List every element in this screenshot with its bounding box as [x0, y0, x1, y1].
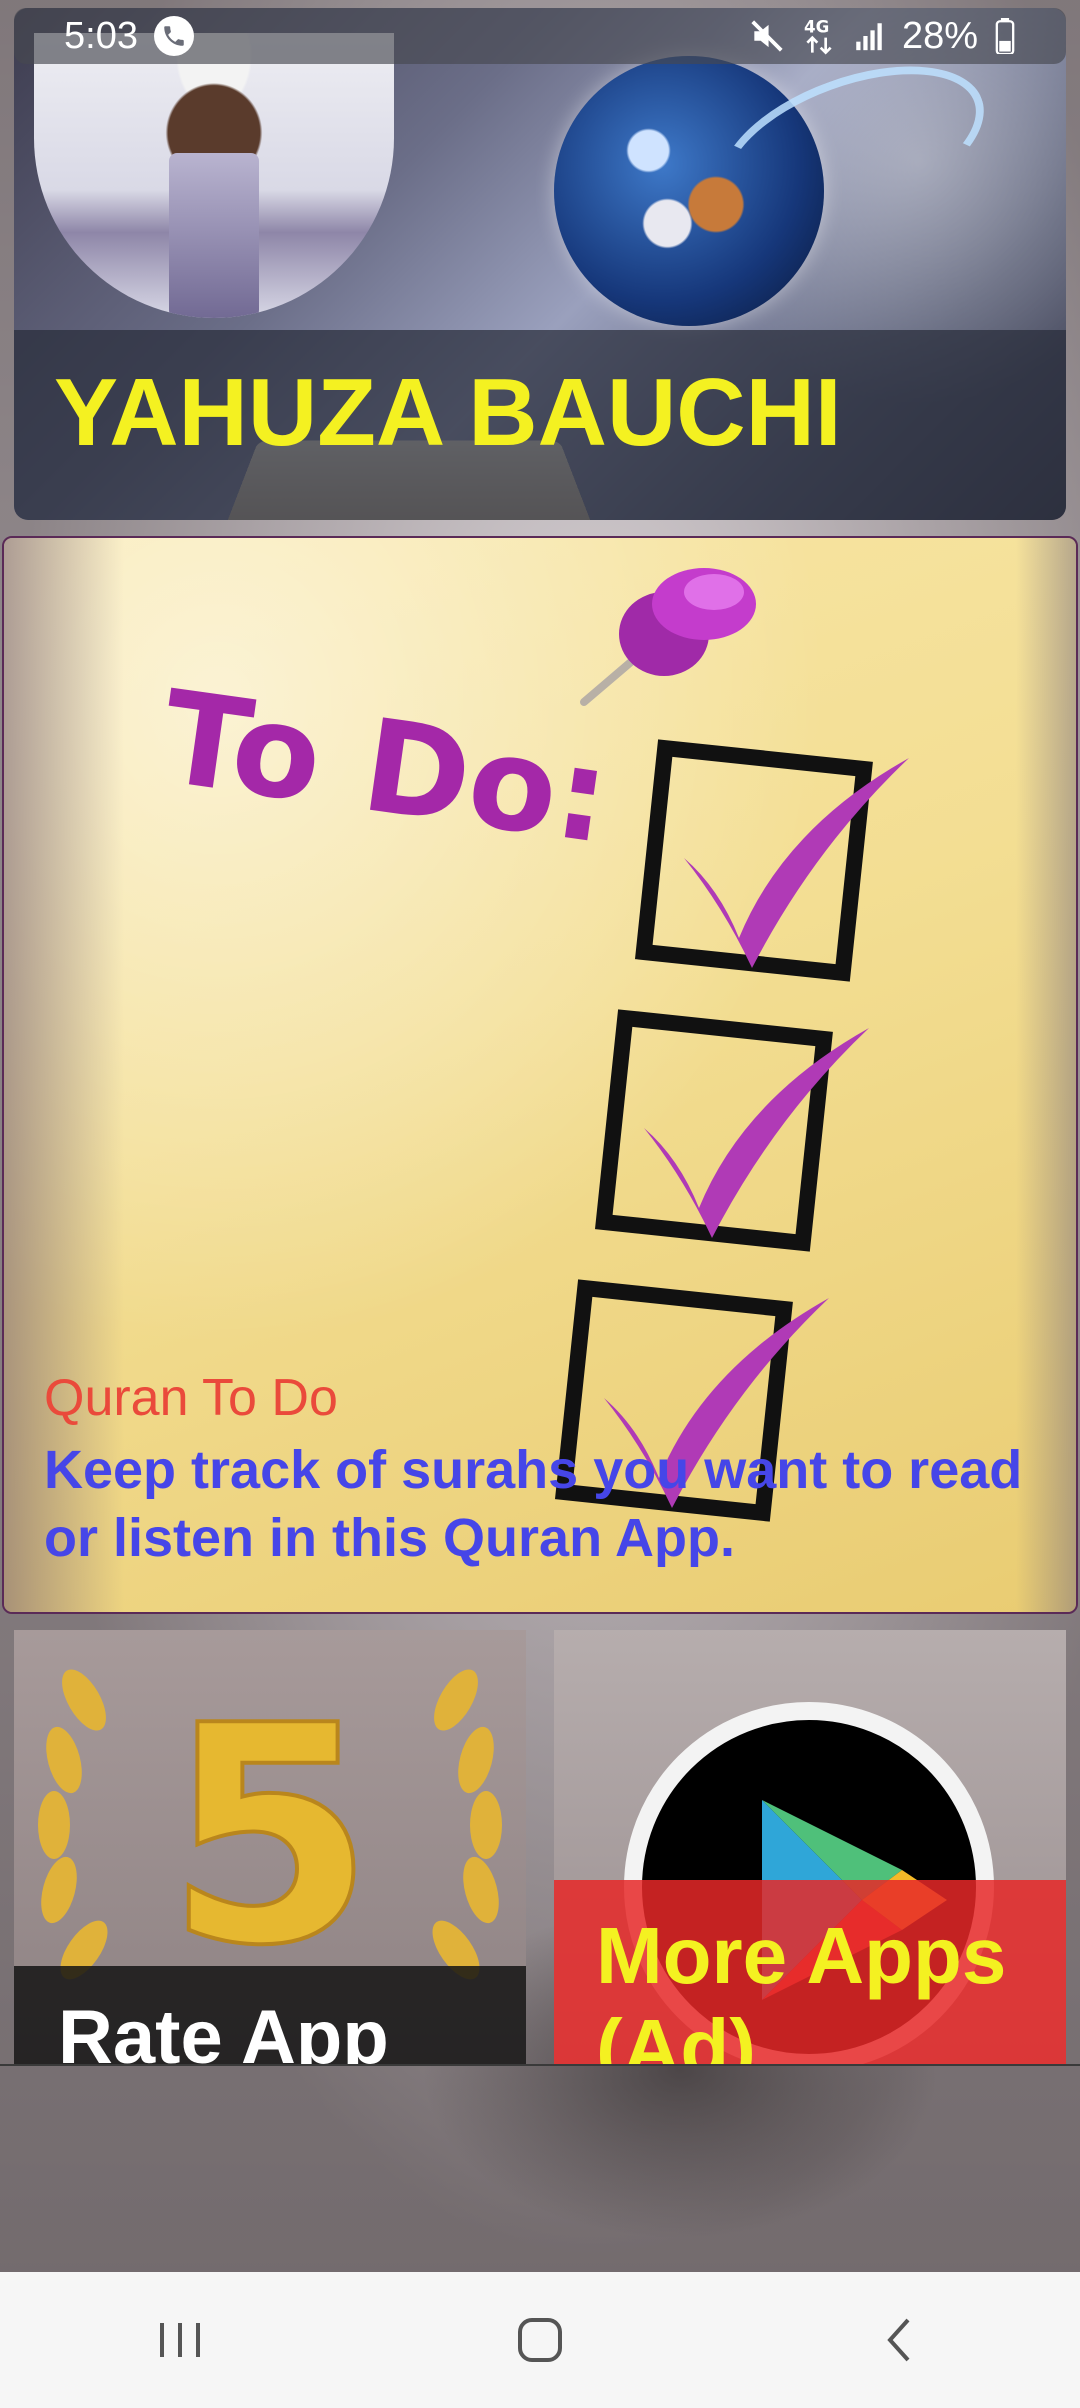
more-apps-tile[interactable]: More Apps (Ad)	[554, 1630, 1066, 2064]
back-icon	[887, 2318, 910, 2362]
todo-title: Quran To Do	[44, 1369, 338, 1427]
home-button[interactable]	[480, 2290, 600, 2390]
todo-caption: Quran To Do Keep track of surahs you wan…	[44, 1368, 1044, 1572]
todo-description: Keep track of surahs you want to read or…	[44, 1440, 1023, 1568]
app-title: YAHUZA BAUCHI	[54, 359, 842, 466]
scholar-portrait	[34, 33, 394, 318]
rate-app-tile[interactable]: 5 Rate App	[14, 1630, 526, 2064]
quran-todo-card[interactable]: To Do: Quran To Do Keep track of surahs …	[2, 536, 1078, 1614]
back-button[interactable]	[840, 2290, 960, 2390]
recents-icon	[160, 2323, 200, 2357]
pushpin-icon	[580, 568, 756, 706]
rate-app-label: Rate App	[14, 1966, 526, 2064]
checkbox-2	[594, 1009, 869, 1252]
header-banner: YAHUZA BAUCHI	[14, 8, 1066, 520]
more-apps-label: More Apps (Ad)	[554, 1880, 1066, 2064]
five-star-laurel-icon: 5	[38, 1660, 502, 2013]
recents-button[interactable]	[120, 2290, 240, 2390]
battery-percent: 28%	[901, 14, 978, 57]
checkbox-1	[634, 739, 909, 982]
battery-icon	[994, 18, 1016, 54]
navigation-bar	[0, 2272, 1080, 2408]
status-bar: 5:03 4G 28%	[14, 8, 1066, 64]
content-divider	[0, 2064, 1080, 2066]
status-time: 5:03	[64, 14, 138, 57]
network-type-label: 4G	[804, 18, 829, 37]
network-4g-icon: 4G	[802, 16, 836, 56]
mute-icon	[748, 17, 786, 55]
signal-icon	[852, 19, 886, 53]
five-numeral: 5	[166, 1662, 375, 2011]
home-icon	[518, 2318, 562, 2362]
call-icon	[153, 16, 194, 56]
